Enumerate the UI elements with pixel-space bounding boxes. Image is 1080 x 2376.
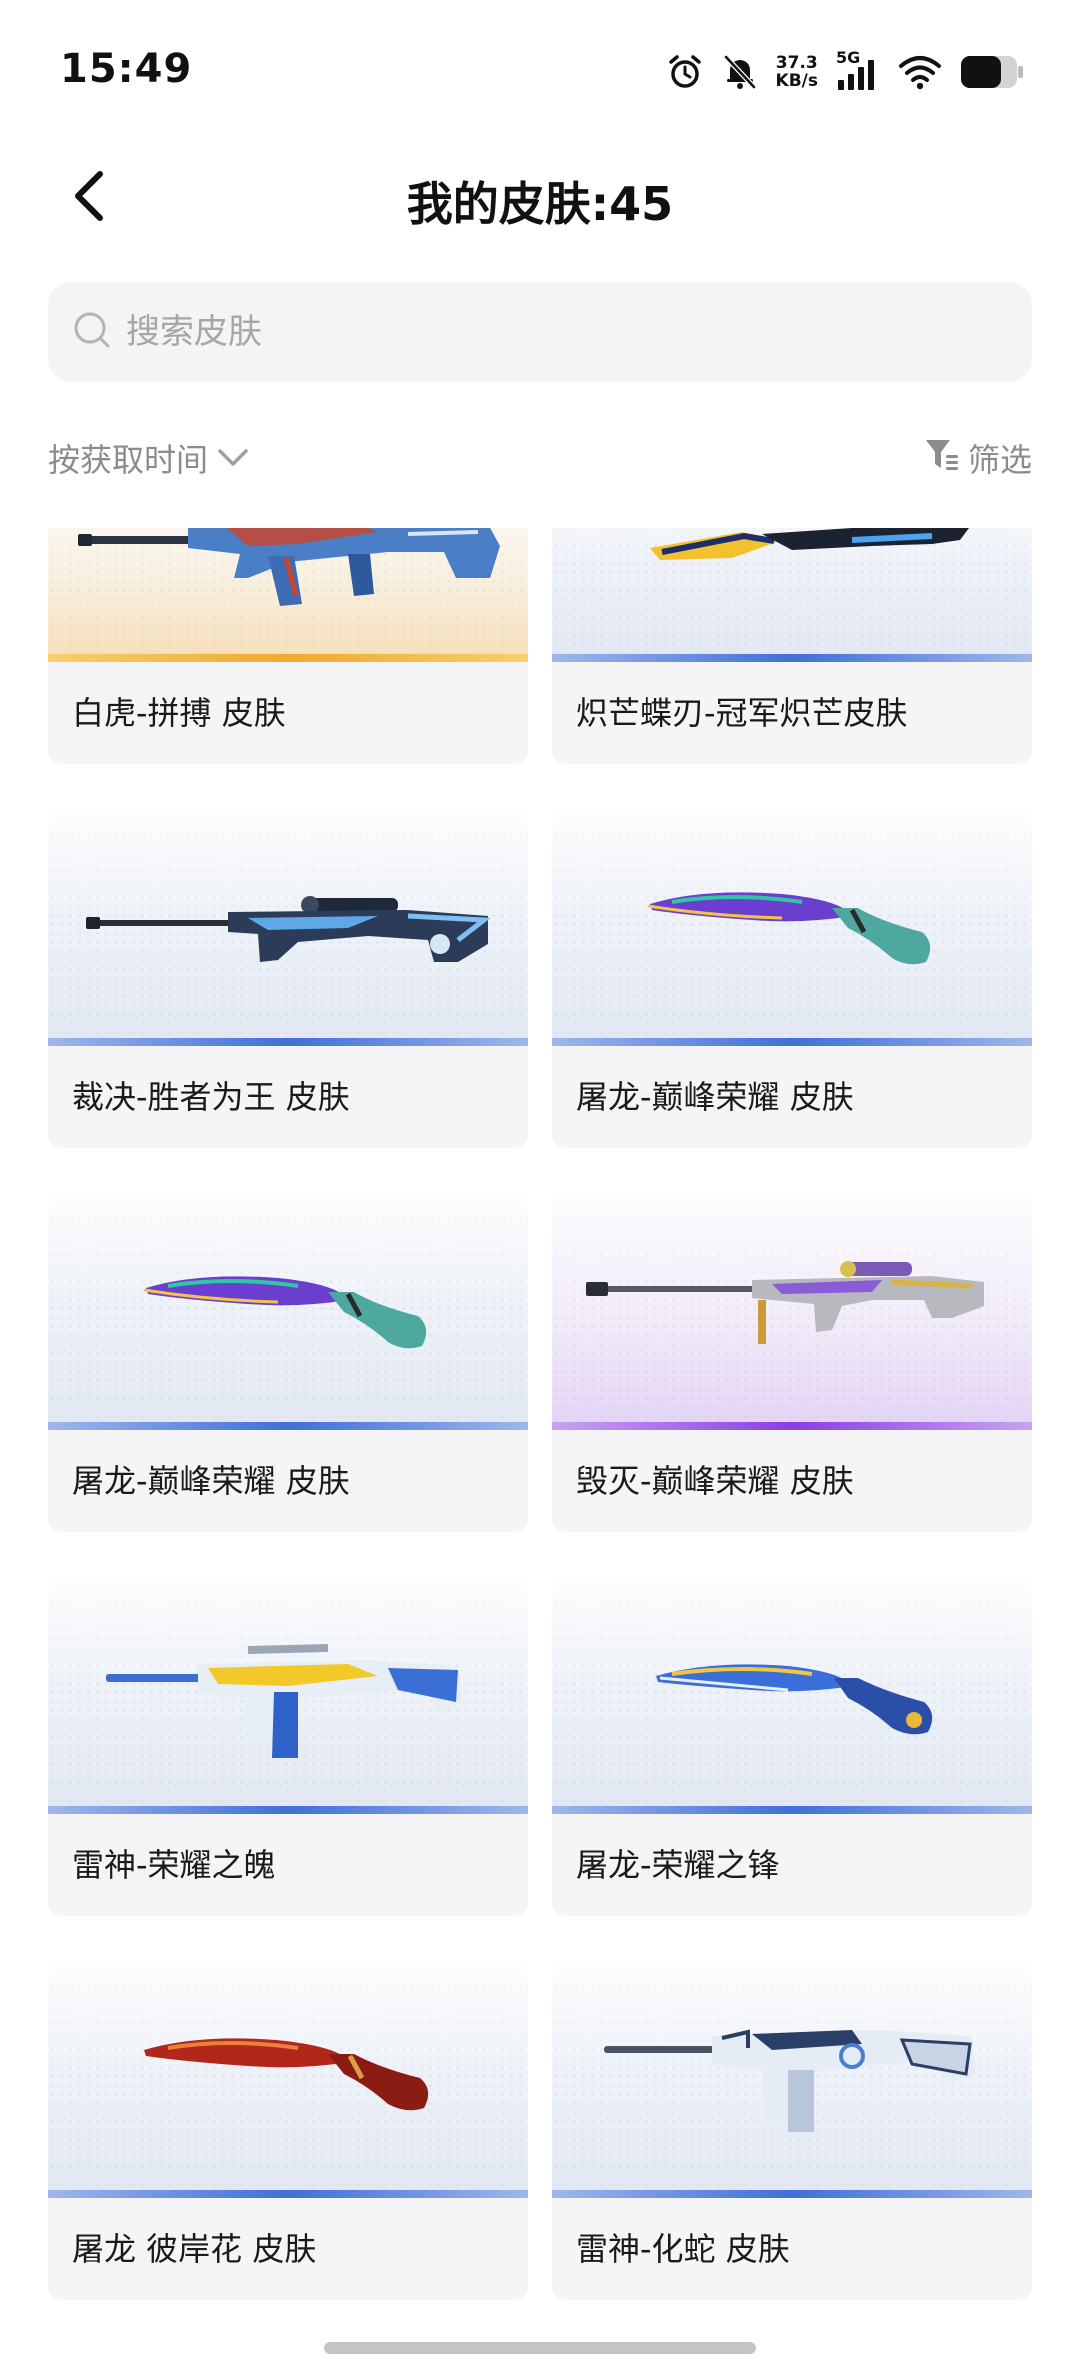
rarity-bar [48,654,528,662]
net-speed: 37.3 KB/s [776,54,818,90]
skin-image [48,1964,528,2198]
sniper-skin-image [86,896,491,962]
skin-grid: 白虎-拼搏 皮肤 炽芒蝶刃-冠军炽芒皮肤 裁决-胜者为王 皮肤 屠龙-巅峰荣耀 … [48,528,1032,2300]
skin-card[interactable]: 雷神-荣耀之魄 [48,1580,528,1916]
sort-dropdown[interactable]: 按获取时间 [48,435,250,481]
sort-filter-row: 按获取时间 筛选 [48,428,1032,488]
page-title: 我的皮肤:45 [406,177,674,231]
search-icon [72,310,112,354]
skin-image [552,812,1032,1046]
kukri-skin-image [143,1276,427,1349]
skin-image [552,1196,1032,1430]
skin-card[interactable]: 屠龙 彼岸花 皮肤 [48,1964,528,2300]
skin-card[interactable]: 毁灭-巅峰荣耀 皮肤 [552,1196,1032,1532]
chevron-down-icon [216,439,250,477]
heavy-sniper-skin-image [586,1261,984,1344]
sort-label: 按获取时间 [48,441,209,479]
alarm-icon [666,53,704,91]
skin-card[interactable]: 雷神-化蛇 皮肤 [552,1964,1032,2300]
search-input[interactable] [126,312,986,352]
skin-card[interactable]: 屠龙-巅峰荣耀 皮肤 [552,812,1032,1148]
skin-image [552,1580,1032,1814]
rarity-bar [48,2190,528,2198]
rifle-skin-image [78,528,500,606]
skin-image [552,528,1032,662]
filter-icon [924,436,960,480]
status-time: 15:49 [60,46,193,92]
signal-icon: 5G [836,48,880,92]
skin-name: 白虎-拼搏 皮肤 [72,694,286,732]
rarity-bar [552,2190,1032,2198]
skin-name: 雷神-荣耀之魄 [72,1846,276,1884]
wifi-icon [898,54,942,90]
rarity-bar [48,1422,528,1430]
battery-icon [960,54,1024,90]
rarity-bar [552,654,1032,662]
skin-name: 裁决-胜者为王 皮肤 [72,1078,350,1116]
status-bar: 15:49 37.3 KB/s 5G [0,0,1080,140]
skin-card[interactable]: 屠龙-巅峰荣耀 皮肤 [48,1196,528,1532]
filter-label: 筛选 [967,441,1032,479]
skin-list[interactable]: 白虎-拼搏 皮肤 炽芒蝶刃-冠军炽芒皮肤 裁决-胜者为王 皮肤 屠龙-巅峰荣耀 … [0,528,1080,2318]
rifle-skin-image [106,1644,462,1758]
skin-name: 屠龙 彼岸花 皮肤 [72,2230,317,2268]
skin-image [48,812,528,1046]
skin-card[interactable]: 炽芒蝶刃-冠军炽芒皮肤 [552,528,1032,764]
net-speed-value: 37.3 [775,53,818,73]
skin-name: 屠龙-巅峰荣耀 皮肤 [576,1078,854,1116]
kukri-skin-image [656,1664,933,1735]
skin-image [552,1964,1032,2198]
rarity-bar [552,1806,1032,1814]
skin-name: 屠龙-荣耀之锋 [576,1846,780,1884]
search-box[interactable] [48,282,1032,382]
rarity-bar [48,1038,528,1046]
rarity-bar [552,1038,1032,1046]
skin-image [48,528,528,662]
skin-card[interactable]: 白虎-拼搏 皮肤 [48,528,528,764]
kukri-skin-image [144,2038,429,2111]
filter-button[interactable]: 筛选 [924,435,1032,481]
kukri-skin-image [647,892,931,965]
skin-card[interactable]: 屠龙-荣耀之锋 [552,1580,1032,1916]
skin-card[interactable]: 裁决-胜者为王 皮肤 [48,812,528,1148]
skin-name: 炽芒蝶刃-冠军炽芒皮肤 [576,694,908,732]
rifle-skin-image [604,2029,976,2132]
rarity-bar [48,1806,528,1814]
skin-image [48,1580,528,1814]
header: 我的皮肤:45 [0,150,1080,250]
skin-name: 屠龙-巅峰荣耀 皮肤 [72,1462,350,1500]
home-indicator[interactable] [324,2342,756,2354]
rarity-bar [552,1422,1032,1430]
butterfly-knife-skin-image [650,528,969,560]
skin-name: 毁灭-巅峰荣耀 皮肤 [576,1462,854,1500]
skin-name: 雷神-化蛇 皮肤 [576,2230,790,2268]
status-icons: 37.3 KB/s 5G [666,48,1024,94]
skin-image [48,1196,528,1430]
mute-bell-icon [722,53,758,91]
net-speed-unit: KB/s [775,71,818,91]
